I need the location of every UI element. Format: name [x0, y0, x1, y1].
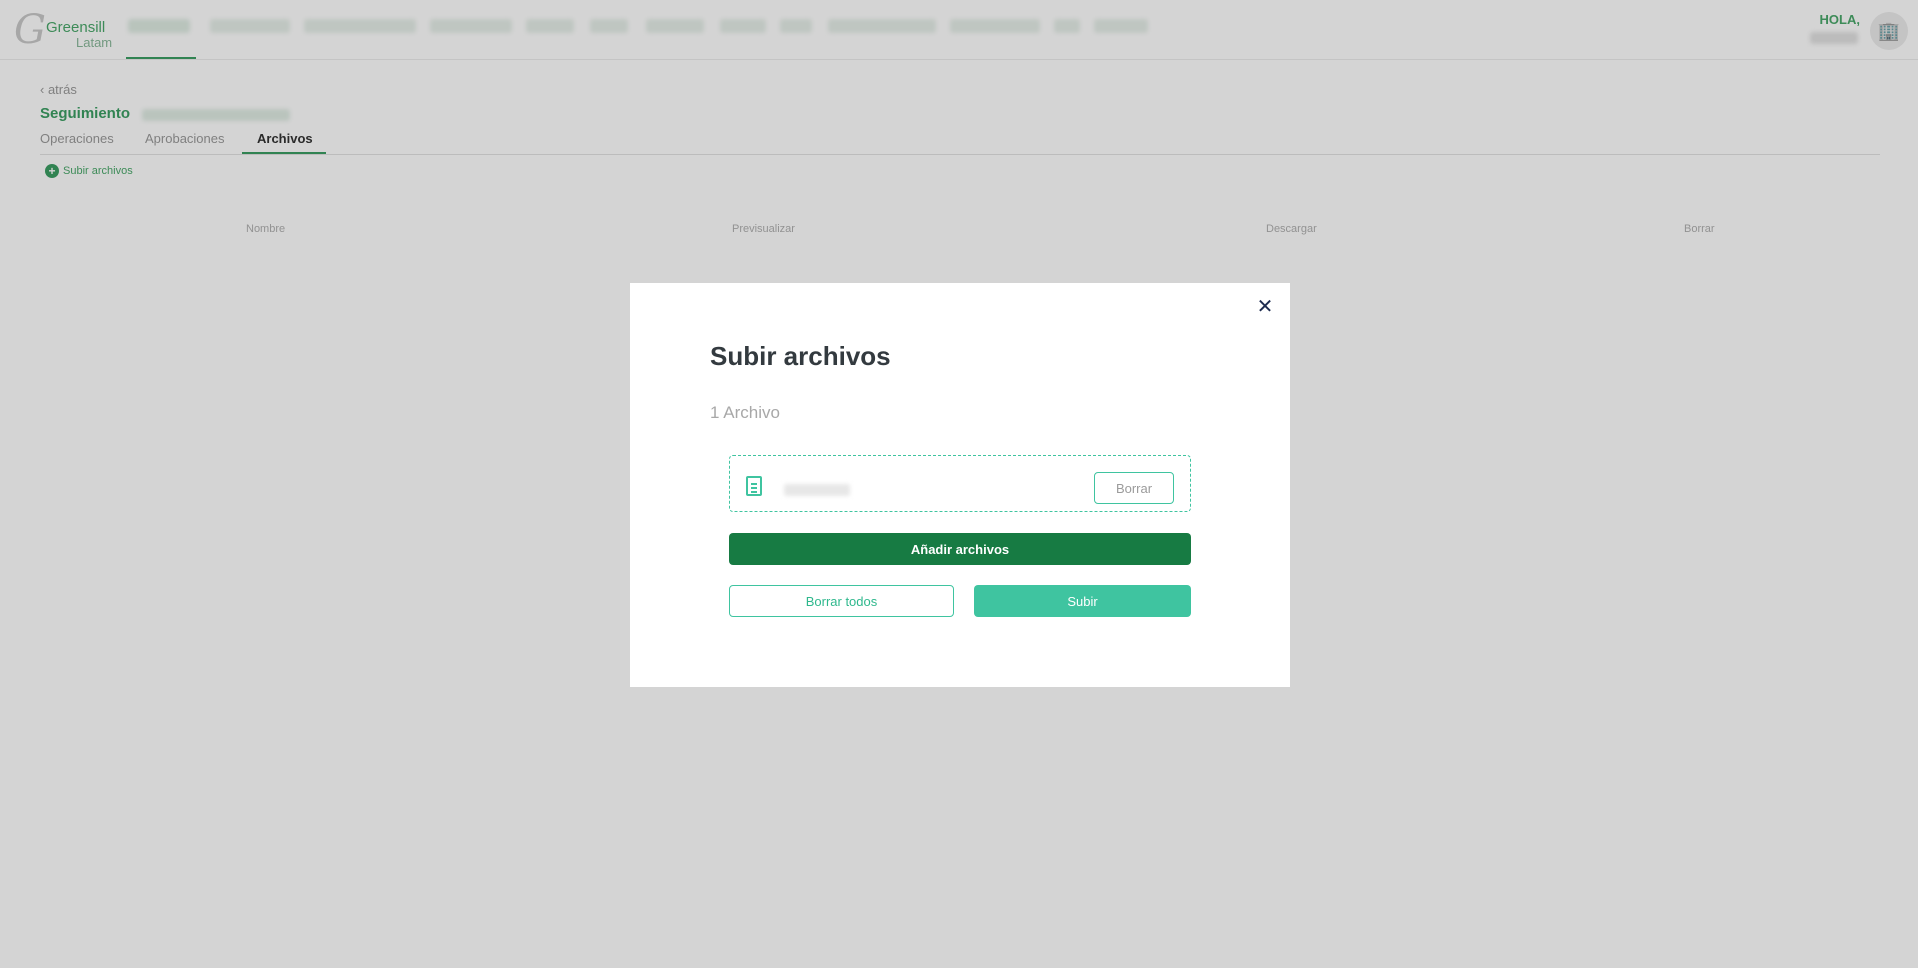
file-list-item: Borrar [729, 455, 1191, 512]
add-files-button[interactable]: Añadir archivos [729, 533, 1191, 565]
modal-title: Subir archivos [710, 341, 891, 371]
file-name [784, 484, 850, 496]
remove-file-button[interactable]: Borrar [1094, 472, 1174, 504]
upload-button[interactable]: Subir [974, 585, 1191, 617]
upload-files-modal: ✕ Subir archivos 1 Archivo Borrar Añadir… [630, 283, 1290, 687]
close-icon[interactable]: ✕ [1254, 295, 1276, 318]
document-icon [746, 476, 762, 496]
file-count: 1 Archivo [710, 403, 780, 422]
clear-all-button[interactable]: Borrar todos [729, 585, 954, 617]
